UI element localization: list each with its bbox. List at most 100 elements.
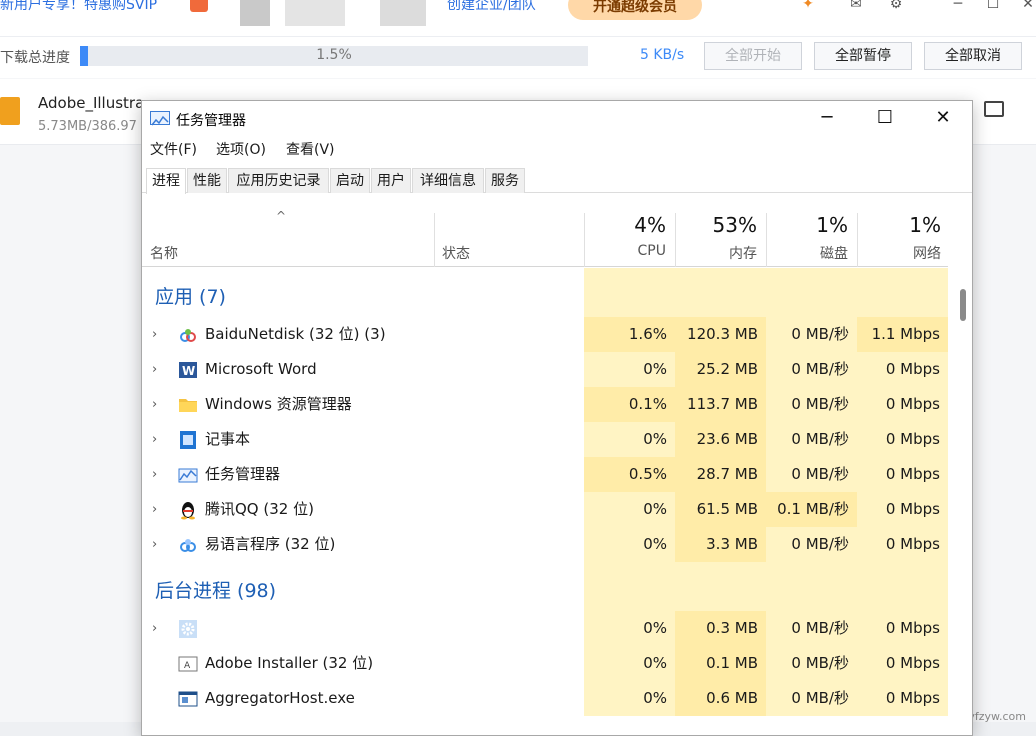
disk-total[interactable]: 1%: [764, 213, 848, 237]
maximize-button[interactable]: ☐: [856, 101, 914, 135]
total-progress-track: 1.5%: [80, 46, 588, 66]
minimize-icon[interactable]: ─: [950, 0, 966, 12]
vip-button[interactable]: 开通超级会员: [568, 0, 702, 20]
network-cell: 0 Mbps: [857, 611, 948, 646]
file-name: Adobe_Illustra: [38, 94, 145, 112]
cancel-all-button[interactable]: 全部取消: [924, 42, 1022, 70]
disk-cell: 0 MB/秒: [766, 317, 857, 352]
menu-options[interactable]: 选项(O): [216, 139, 266, 159]
download-speed: 5 KB/s: [640, 47, 685, 63]
process-row[interactable]: A Adobe Installer (32 位) 0% 0.1 MB 0 MB/秒 0 M…: [142, 646, 948, 681]
process-name: Windows 资源管理器: [205, 395, 352, 413]
sort-up-icon[interactable]: ^: [276, 209, 286, 223]
cpu-cell: 0.5%: [584, 457, 675, 492]
chevron-right-icon[interactable]: ›: [152, 317, 157, 352]
scrollbar-thumb[interactable]: [960, 289, 966, 321]
cpu-cell: 0%: [584, 422, 675, 457]
process-row[interactable]: › 任务管理器 0.5% 28.7 MB 0 MB/秒 0 Mbps: [142, 457, 948, 492]
chevron-right-icon[interactable]: ›: [152, 527, 157, 562]
tab-details[interactable]: 详细信息: [412, 168, 484, 193]
title-bar[interactable]: 任务管理器 ─ ☐ ✕: [142, 101, 972, 135]
tab-processes[interactable]: 进程: [146, 168, 186, 194]
memory-cell: 0.3 MB: [675, 611, 766, 646]
disk-cell: 0 MB/秒: [766, 352, 857, 387]
memory-cell: 28.7 MB: [675, 457, 766, 492]
cpu-total[interactable]: 4%: [582, 213, 666, 237]
column-status[interactable]: 状态: [442, 243, 470, 263]
mail-icon[interactable]: ✉: [848, 0, 864, 12]
cpu-cell: 0%: [584, 681, 675, 716]
tab-startup[interactable]: 启动: [330, 168, 370, 193]
adobe-installer-icon: A: [178, 654, 198, 674]
minimize-button[interactable]: ─: [798, 101, 856, 135]
process-name: BaiduNetdisk (32 位) (3): [205, 325, 386, 343]
svg-text:W: W: [182, 364, 195, 378]
disk-cell: 0 MB/秒: [766, 611, 857, 646]
process-row[interactable]: › 0% 0.3 MB 0 MB/秒 0 Mbps: [142, 611, 948, 646]
close-icon[interactable]: ✕: [1020, 0, 1036, 12]
tab-performance[interactable]: 性能: [187, 168, 227, 193]
qq-penguin-icon: [178, 500, 198, 520]
chevron-right-icon[interactable]: ›: [152, 387, 157, 422]
create-team-link[interactable]: 创建企业/团队: [447, 0, 536, 14]
process-row[interactable]: › Windows 资源管理器 0.1% 113.7 MB 0 MB/秒 0 Mbps: [142, 387, 948, 422]
chevron-right-icon[interactable]: ›: [152, 422, 157, 457]
process-row[interactable]: AggregatorHost.exe 0% 0.6 MB 0 MB/秒 0 Mbps: [142, 681, 948, 716]
chevron-right-icon[interactable]: ›: [152, 457, 157, 492]
menu-file[interactable]: 文件(F): [150, 139, 197, 159]
disk-cell: 0 MB/秒: [766, 422, 857, 457]
total-progress-percent: 1.5%: [316, 47, 352, 63]
start-all-button[interactable]: 全部开始: [704, 42, 802, 70]
close-button[interactable]: ✕: [914, 101, 972, 135]
tab-app-history[interactable]: 应用历史记录: [228, 168, 329, 193]
folder-icon: [178, 395, 198, 415]
total-progress-bar: 下载总进度 1.5% 5 KB/s 全部开始 全部暂停 全部取消: [0, 36, 1036, 78]
cpu-cell: 0%: [584, 352, 675, 387]
process-name: AggregatorHost.exe: [205, 689, 355, 707]
memory-cell: 0.1 MB: [675, 646, 766, 681]
process-row[interactable]: › BaiduNetdisk (32 位) (3) 1.6% 120.3 MB 0 MB…: [142, 317, 948, 352]
tab-services[interactable]: 服务: [485, 168, 525, 193]
word-icon: W: [178, 360, 198, 380]
tab-users[interactable]: 用户: [371, 168, 411, 193]
maximize-icon[interactable]: ☐: [985, 0, 1001, 12]
chevron-right-icon[interactable]: ›: [152, 352, 157, 387]
download-app-header: 新用户专享！特惠购SVIP 创建企业/团队 开通超级会员 ✦ ✉ ⚙ ─ ☐ ✕: [0, 0, 1036, 36]
promo-text[interactable]: 新用户专享！特惠购SVIP: [0, 0, 157, 14]
column-network[interactable]: 网络: [857, 243, 941, 263]
column-disk[interactable]: 磁盘: [764, 243, 848, 263]
avatar[interactable]: [240, 0, 270, 26]
chevron-right-icon[interactable]: ›: [152, 492, 157, 527]
svg-text:A: A: [184, 661, 191, 671]
disk-cell: 0 MB/秒: [766, 457, 857, 492]
memory-cell: 120.3 MB: [675, 317, 766, 352]
process-row[interactable]: › 腾讯QQ (32 位) 0% 61.5 MB 0.1 MB/秒 0 Mbps: [142, 492, 948, 527]
process-name: 记事本: [205, 430, 251, 448]
process-name: 任务管理器: [205, 465, 281, 483]
column-divider: [434, 213, 435, 267]
chevron-right-icon[interactable]: ›: [152, 611, 157, 646]
column-name[interactable]: 名称: [150, 243, 178, 263]
network-total[interactable]: 1%: [857, 213, 941, 237]
process-list: › BaiduNetdisk (32 位) (3) 1.6% 120.3 MB 0 MB…: [142, 268, 948, 735]
game-icon[interactable]: ✦: [800, 0, 816, 12]
process-row[interactable]: › W Microsoft Word 0% 25.2 MB 0 MB/秒 0 Mbps: [142, 352, 948, 387]
notepad-icon: [178, 430, 198, 450]
memory-total[interactable]: 53%: [673, 213, 757, 237]
network-cell: 0 Mbps: [857, 457, 948, 492]
gear-icon: [178, 619, 198, 639]
menu-view[interactable]: 查看(V): [286, 139, 335, 159]
settings-icon[interactable]: ⚙: [888, 0, 904, 12]
total-progress-label: 下载总进度: [0, 50, 70, 66]
task-manager-icon: [150, 111, 170, 126]
process-row[interactable]: › 易语言程序 (32 位) 0% 3.3 MB 0 MB/秒 0 Mbps: [142, 527, 948, 562]
gift-icon[interactable]: [190, 0, 208, 12]
pause-all-button[interactable]: 全部暂停: [814, 42, 912, 70]
open-folder-icon[interactable]: [984, 101, 1004, 117]
apps-group-title: 应用 (7): [155, 286, 226, 308]
process-row[interactable]: › 记事本 0% 23.6 MB 0 MB/秒 0 Mbps: [142, 422, 948, 457]
network-cell: 0 Mbps: [857, 527, 948, 562]
column-cpu[interactable]: CPU: [582, 243, 666, 259]
column-memory[interactable]: 内存: [673, 243, 757, 263]
program-icon: [178, 535, 198, 555]
